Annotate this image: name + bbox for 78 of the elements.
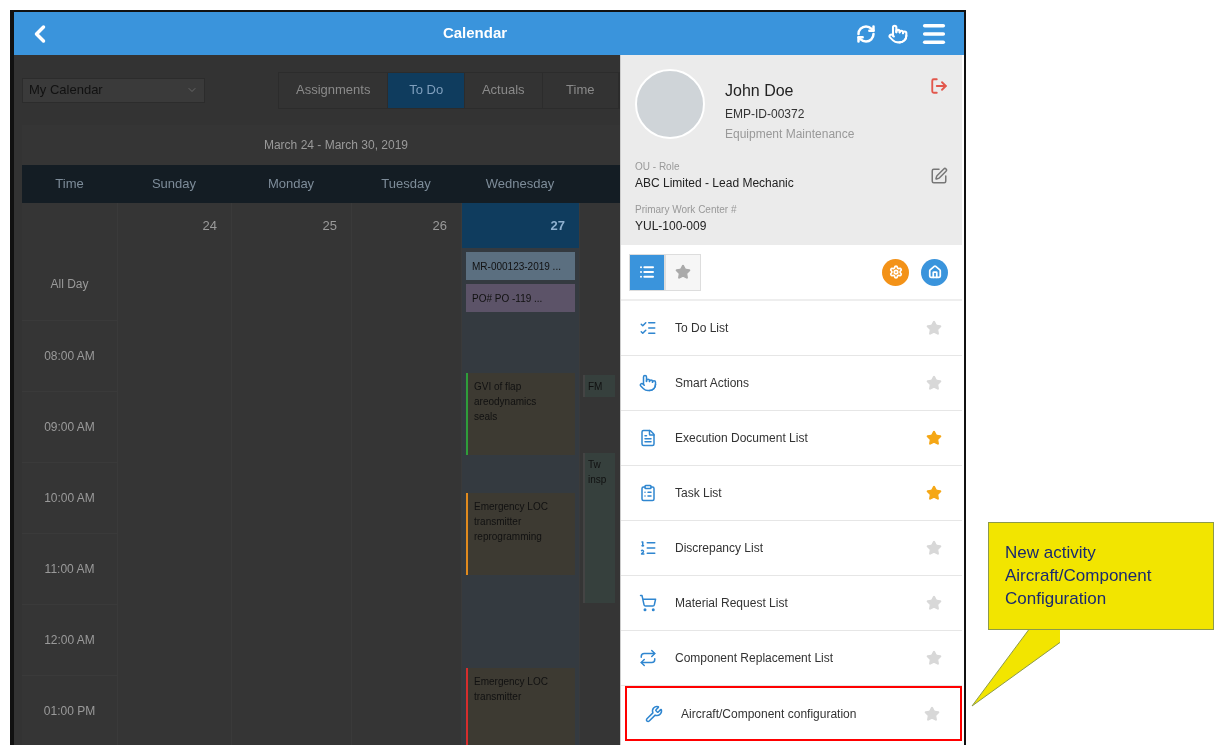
menu-item[interactable]: Discrepancy List [621, 521, 962, 576]
menu-item[interactable]: Execution Document List [621, 411, 962, 466]
menu-item-label: Execution Document List [675, 430, 809, 447]
role-value: ABC Limited - Lead Mechanic [635, 175, 795, 192]
tools-icon [645, 704, 663, 723]
logout-button[interactable] [930, 77, 948, 95]
calendar-tab[interactable]: To Do [388, 72, 465, 108]
menu-item-label: Aircraft/Component configuration [681, 705, 858, 723]
checklist-icon [639, 319, 657, 337]
menu-item-label: Material Request List [675, 595, 789, 612]
list-icon [639, 264, 655, 280]
time-label: 01:00 PM [43, 703, 96, 720]
star-icon [675, 264, 691, 280]
favorite-star-icon[interactable] [926, 375, 942, 391]
department: Equipment Maintenance [725, 126, 856, 143]
cart-icon [639, 594, 657, 612]
column-header: Monday [266, 175, 316, 194]
edit-icon [930, 166, 948, 185]
role-label: OU - Role [635, 160, 681, 174]
list-icon [639, 539, 657, 557]
menu-item-label: Component Replacement List [675, 650, 835, 667]
column-header: Sunday [150, 175, 198, 194]
menu-item[interactable]: Material Request List [621, 576, 962, 631]
favorites-tab[interactable] [665, 253, 701, 291]
column-header: Wednesday [484, 175, 556, 194]
work-center-value: YUL-100-009 [635, 218, 708, 235]
menu-item-label: Task List [675, 485, 723, 502]
all-day-event[interactable]: PO# PO -119 ... [466, 284, 575, 312]
all-day-event[interactable]: MR-000123-2019 ... [466, 252, 575, 280]
date-cell[interactable]: 27 [462, 203, 579, 248]
calendar-tab[interactable]: Actuals [464, 72, 543, 108]
menu-item[interactable]: Task List [621, 466, 962, 521]
menu-item-label: Smart Actions [675, 375, 751, 392]
date-cell[interactable]: 24 [118, 203, 231, 248]
logout-icon [930, 77, 948, 95]
favorite-star-icon[interactable] [926, 650, 942, 666]
time-label: 09:00 AM [44, 419, 95, 436]
user-name: John Doe [725, 81, 795, 101]
time-label: 11:00 AM [44, 561, 95, 578]
work-center-label: Primary Work Center # [635, 203, 738, 217]
time-label: 12:00 AM [44, 632, 95, 649]
menu-item[interactable]: To Do List [621, 301, 962, 356]
time-label: 10:00 AM [44, 490, 95, 507]
menu-item-label: To Do List [675, 320, 730, 337]
favorite-star-icon[interactable] [926, 595, 942, 611]
favorite-star-icon[interactable] [924, 705, 940, 722]
menu-item-label: Discrepancy List [675, 540, 765, 557]
touch-icon [639, 374, 657, 392]
settings-icon [888, 265, 903, 279]
favorite-star-icon[interactable] [926, 540, 942, 556]
settings-button[interactable] [882, 258, 909, 286]
touch-button[interactable] [888, 23, 908, 44]
home-button[interactable] [921, 258, 948, 286]
swap-icon [639, 649, 657, 667]
refresh-button[interactable] [856, 23, 876, 44]
favorite-star-icon[interactable] [926, 485, 942, 501]
favorite-star-icon[interactable] [926, 320, 942, 336]
list-view-tab[interactable] [629, 253, 665, 291]
column-header: Tuesday [380, 175, 432, 194]
date-range: March 24 - March 30, 2019 [262, 137, 410, 154]
edit-button[interactable] [930, 166, 948, 185]
refresh-icon [856, 23, 876, 44]
favorite-star-icon[interactable] [926, 430, 942, 446]
header-title: Calendar [441, 23, 509, 44]
employee-id: EMP-ID-00372 [725, 106, 806, 123]
time-label: 08:00 AM [44, 348, 95, 365]
calendar-tab[interactable]: Time [542, 72, 619, 108]
menu-item[interactable]: Component Replacement List [621, 631, 962, 686]
date-cell[interactable]: 26 [352, 203, 461, 248]
menu-item[interactable]: Aircraft/Component configuration [625, 686, 962, 741]
home-icon [927, 265, 942, 279]
document-icon [639, 429, 657, 447]
column-header: Time [54, 175, 85, 194]
clipboard-icon [639, 484, 657, 502]
menu-item[interactable]: Smart Actions [621, 356, 962, 411]
touch-icon [888, 23, 908, 44]
all-day-label: All Day [50, 276, 89, 293]
date-cell[interactable]: 25 [232, 203, 351, 248]
